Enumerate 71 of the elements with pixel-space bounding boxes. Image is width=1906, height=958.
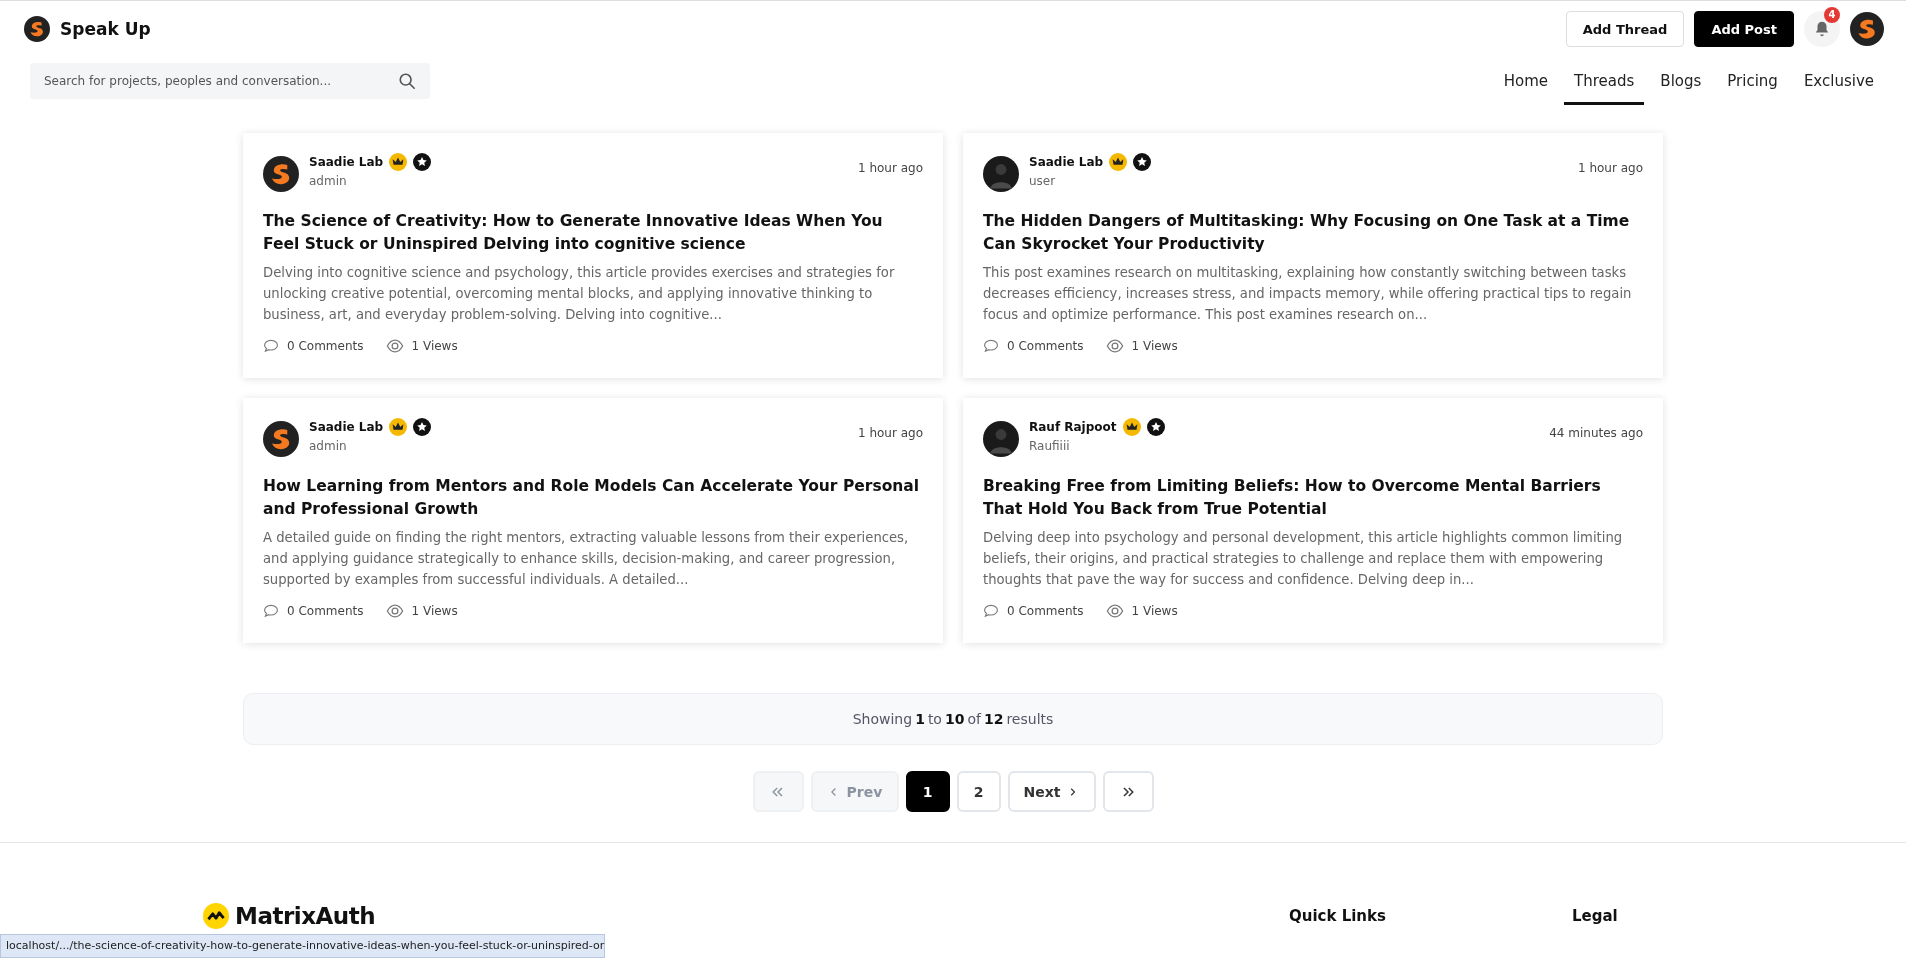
- crown-icon: [1122, 418, 1141, 436]
- avatar[interactable]: [1850, 12, 1884, 46]
- crown-icon: [389, 418, 408, 436]
- post-title[interactable]: Breaking Free from Limiting Beliefs: How to Overcome Mental Barriers That Hold You Back from True Potential: [983, 475, 1643, 521]
- post-title[interactable]: The Hidden Dangers of Multitasking: Why Focusing on One Task at a Time Can Skyrocket Your Productivity: [983, 210, 1643, 256]
- comment-count: 0 Comments: [287, 604, 364, 618]
- post-card[interactable]: [243, 133, 943, 378]
- author-name[interactable]: Saadie Lab: [1029, 155, 1104, 169]
- post-card[interactable]: [963, 133, 1663, 378]
- eye-icon: [1105, 337, 1124, 355]
- post-excerpt: Delving deep into psychology and personal development, this article highlights common limiting beliefs, their origins, and practical strategies to challenge and replace them with empowering thoughts that pave the way for success and confidence. Delving deep in...: [983, 529, 1624, 589]
- author-name[interactable]: Saadie Lab: [309, 420, 384, 434]
- search-icon: [398, 72, 416, 90]
- author-name[interactable]: Saadie Lab: [309, 155, 384, 169]
- author-name[interactable]: Rauf Rajpoot: [1029, 420, 1117, 434]
- author-role: admin: [309, 174, 348, 188]
- user-avatar: [983, 156, 1019, 192]
- crown-icon: [1109, 153, 1128, 171]
- add-thread-button[interactable]: Add Thread: [1565, 11, 1685, 47]
- post-title[interactable]: How Learning from Mentors and Role Models Can Accelerate Your Personal and Professional Growth: [263, 475, 923, 521]
- comment-count: 0 Comments: [1007, 339, 1084, 353]
- status-url: localhost/.../the-science-of-creativity-how-to-generate-innovative-ideas-when-you-feel-stuck-or-uninspired-or: [0, 934, 605, 958]
- post-title[interactable]: The Science of Creativity: How to Generate Innovative Ideas When You Feel Stuck or Uninspired Delving into cognitive science: [263, 210, 923, 256]
- view-count: 1 Views: [411, 339, 458, 353]
- page-button[interactable]: 2: [956, 771, 1001, 812]
- eye-icon: [385, 337, 404, 355]
- add-post-button[interactable]: Add Post: [1694, 11, 1794, 47]
- comment-count: 0 Comments: [1007, 604, 1084, 618]
- eye-icon: [385, 602, 404, 620]
- nav-tab[interactable]: Home: [1493, 64, 1559, 105]
- avatar: [263, 156, 299, 192]
- nav-tab[interactable]: Exclusive: [1793, 64, 1884, 105]
- nav-tab[interactable]: Threads: [1564, 64, 1645, 105]
- author-role: user: [1029, 174, 1057, 188]
- post-excerpt: A detailed guide on finding the right mentors, extracting valuable lessons from their experiences, and applying guidance strategically to enhance skills, decision-making, and career progression, supported by examples from successful individuals. A detailed...: [263, 529, 910, 589]
- crown-icon: [389, 153, 408, 171]
- search-field[interactable]: Search for projects, peoples and conversation...: [30, 63, 430, 99]
- matrix-logo-icon: [203, 903, 229, 929]
- post-time: 44 minutes ago: [1549, 426, 1643, 440]
- post-card[interactable]: [963, 398, 1663, 643]
- brand-name: Speak Up: [60, 19, 151, 39]
- footer-heading: Legal: [1572, 907, 1619, 925]
- comment-icon: [263, 603, 279, 619]
- view-count: 1 Views: [411, 604, 458, 618]
- next-page-button[interactable]: Next: [1007, 771, 1096, 812]
- footer-heading: Quick Links: [1289, 907, 1387, 925]
- footer-brand: MatrixAuth: [235, 903, 375, 929]
- view-count: 1 Views: [1131, 339, 1178, 353]
- post-time: 1 hour ago: [857, 426, 923, 440]
- post-time: 1 hour ago: [1577, 161, 1643, 175]
- user-avatar: [983, 421, 1019, 457]
- comment-icon: [983, 603, 999, 619]
- page-button[interactable]: 1: [905, 771, 950, 812]
- logo-icon: [24, 16, 50, 42]
- comment-icon: [263, 338, 279, 354]
- nav-tab[interactable]: Blogs: [1650, 64, 1712, 105]
- author-role: Raufiiii: [1029, 439, 1071, 453]
- view-count: 1 Views: [1131, 604, 1178, 618]
- results-summary: Showing 1 to 10 of 12 results: [243, 693, 1663, 745]
- post-excerpt: Delving into cognitive science and psychology, this article provides exercises and strategies for unlocking creative potential, overcoming mental blocks, and applying innovative thinking to business, art, and everyday problem-solving. Delving into cognitive...: [263, 264, 896, 324]
- eye-icon: [1105, 602, 1124, 620]
- post-time: 1 hour ago: [857, 161, 923, 175]
- comment-count: 0 Comments: [287, 339, 364, 353]
- comment-icon: [983, 338, 999, 354]
- post-card[interactable]: [243, 398, 943, 643]
- nav-tab[interactable]: Pricing: [1717, 64, 1788, 105]
- notification-count: 4: [1824, 7, 1840, 23]
- author-role: admin: [309, 439, 348, 453]
- bell-icon: [1813, 20, 1831, 38]
- avatar: [263, 421, 299, 457]
- post-excerpt: This post examines research on multitasking, explaining how constantly switching between tasks decreases efficiency, increases stress, and impacts memory, while offering practical tips to regain focus and optimize performance. This post examines research on...: [983, 264, 1633, 324]
